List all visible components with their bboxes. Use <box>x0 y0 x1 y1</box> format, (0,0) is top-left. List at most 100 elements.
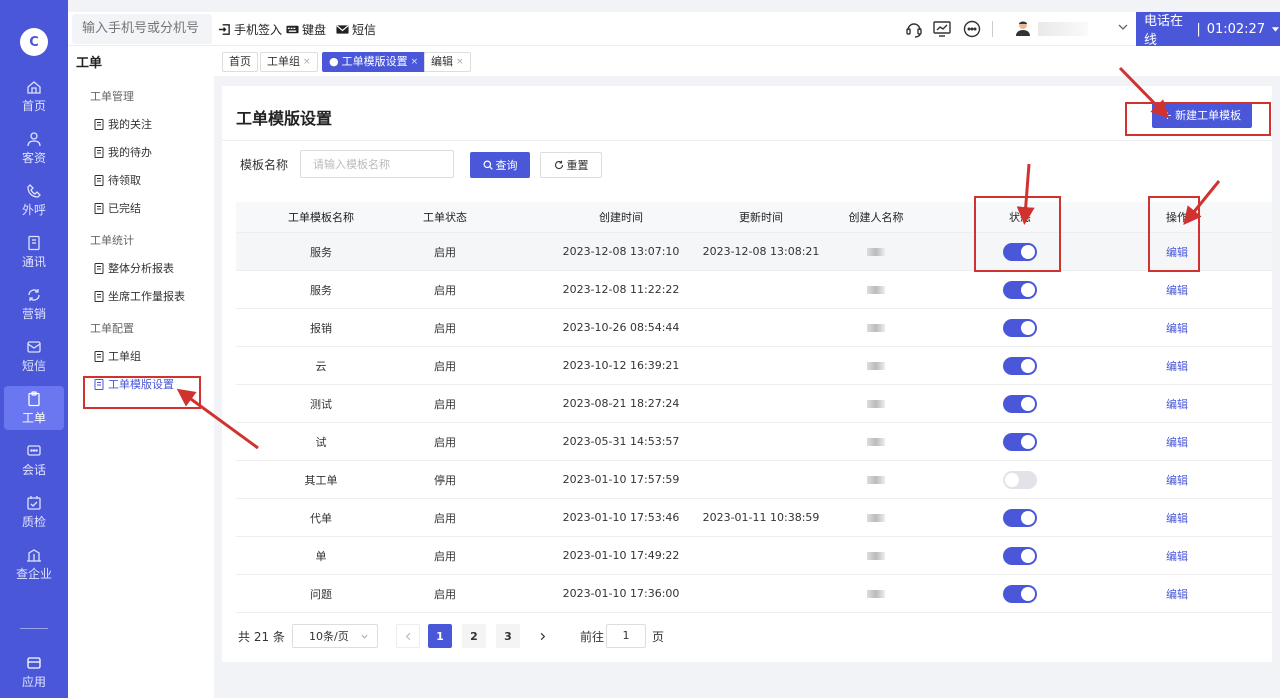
rail-item-customer[interactable]: 客资 <box>4 126 64 170</box>
close-icon[interactable]: × <box>456 53 464 71</box>
refresh-icon <box>554 160 563 170</box>
status-toggle-cell <box>962 423 1078 460</box>
tab-label: 首页 <box>229 55 251 68</box>
sidebar-item-label: 坐席工作量报表 <box>108 290 185 303</box>
checkin-button[interactable]: 手机签入 <box>218 12 282 46</box>
sidebar-item-label: 整体分析报表 <box>108 262 174 275</box>
status-toggle[interactable] <box>1003 584 1037 603</box>
edit-link[interactable]: 编辑 <box>1112 385 1242 422</box>
reset-button[interactable]: 重置 <box>540 152 602 178</box>
headset-icon[interactable] <box>904 19 924 39</box>
rail-item-label: 查企业 <box>15 566 52 581</box>
edit-link[interactable]: 编辑 <box>1112 461 1242 498</box>
toggle-knob <box>1021 396 1035 411</box>
edit-link[interactable]: 编辑 <box>1112 537 1242 574</box>
ticket-status: 启用 <box>434 397 456 411</box>
goto-page-input[interactable]: 1 <box>606 624 646 648</box>
edit-link[interactable]: 编辑 <box>1112 499 1242 536</box>
close-icon[interactable]: × <box>411 53 419 71</box>
rail-item-home[interactable]: 首页 <box>4 74 64 118</box>
rail-item-marketing[interactable]: 营销 <box>4 282 64 326</box>
sidebar-item[interactable]: 工单组 <box>94 348 141 364</box>
status-toggle-cell <box>962 347 1078 384</box>
rail-item-outbound-call[interactable]: 外呼 <box>4 178 64 222</box>
apps-icon <box>27 656 41 669</box>
status-toggle[interactable] <box>1003 546 1037 565</box>
sms-button[interactable]: 短信 <box>336 12 376 46</box>
chevron-down-icon[interactable] <box>1116 20 1130 34</box>
status-toggle[interactable] <box>1003 318 1037 337</box>
creator-name-redacted <box>796 347 956 384</box>
status-toggle[interactable] <box>1003 356 1037 375</box>
goto-suffix: 页 <box>652 630 665 644</box>
sidebar-group-label: 工单统计 <box>90 234 134 247</box>
sidebar-item[interactable]: 我的关注 <box>94 116 152 132</box>
query-button[interactable]: 查询 <box>470 152 530 178</box>
pagination: 共 21 条 10条/页 1 2 3 前往 1 页 <box>238 624 838 648</box>
sidebar-item[interactable]: 待领取 <box>94 172 141 188</box>
rail-item-quality-check[interactable]: 质检 <box>4 490 64 534</box>
table-row: 云启用 2023-10-12 16:39:21 编辑 <box>236 347 1272 385</box>
col-header-creator: 创建人名称 <box>848 211 904 224</box>
edit-link[interactable]: 编辑 <box>1112 271 1242 308</box>
status-toggle[interactable] <box>1003 280 1037 299</box>
message-icon[interactable] <box>962 19 982 39</box>
sidebar-item[interactable]: 整体分析报表 <box>94 260 174 276</box>
rail-item-label: 会话 <box>21 462 46 477</box>
tab-label: 工单组 <box>267 55 300 68</box>
next-page-button[interactable] <box>530 624 554 648</box>
page-button-3[interactable]: 3 <box>496 624 520 648</box>
table-row: 测试 启用 2023-08-21 18:27:24 编辑 <box>236 385 1272 423</box>
rail-item-ticket[interactable]: 工单 <box>4 386 64 430</box>
redacted-block <box>867 361 885 370</box>
rail-item-contacts[interactable]: 通讯 <box>4 230 64 274</box>
tab-item[interactable]: 首页 <box>222 52 258 72</box>
online-status-label: 电话在线 <box>1144 14 1184 48</box>
close-icon[interactable]: × <box>303 53 311 71</box>
sidebar-item[interactable]: 我的待办 <box>94 144 152 160</box>
edit-link[interactable]: 编辑 <box>1112 309 1242 346</box>
status-toggle[interactable] <box>1003 394 1037 413</box>
creator-name-redacted <box>796 309 956 346</box>
sidebar-item[interactable]: 已完结 <box>94 200 141 216</box>
tab-item[interactable]: 编辑 × <box>424 52 471 72</box>
outbound-call-icon <box>27 183 41 198</box>
page-button-2[interactable]: 2 <box>462 624 486 648</box>
edit-link[interactable]: 编辑 <box>1112 575 1242 612</box>
status-toggle[interactable] <box>1003 432 1037 451</box>
status-toggle[interactable] <box>1003 508 1037 527</box>
page-size-select[interactable]: 10条/页 <box>292 624 378 648</box>
status-toggle[interactable] <box>1003 470 1037 489</box>
status-toggle-cell <box>962 537 1078 574</box>
rail-item-company[interactable]: 查企业 <box>4 542 64 586</box>
chat-icon <box>27 444 41 456</box>
checkin-label: 手机签入 <box>234 22 283 37</box>
toggle-knob <box>1021 358 1035 373</box>
call-status-button[interactable]: 电话在线 | 01:02:27 <box>1136 12 1280 48</box>
rail-item-sms[interactable]: 短信 <box>4 334 64 378</box>
phone-number-input[interactable] <box>72 14 212 44</box>
keyboard-button[interactable]: 键盘 <box>286 12 326 46</box>
mail-icon <box>336 24 349 34</box>
rail-item-label: 通讯 <box>21 254 46 269</box>
redacted-block <box>867 589 885 598</box>
tab-item[interactable]: 工单组 × <box>260 52 318 72</box>
sidebar-item[interactable]: 坐席工作量报表 <box>94 288 185 304</box>
edit-link[interactable]: 编辑 <box>1112 423 1242 460</box>
monitor-chart-icon[interactable] <box>932 19 952 39</box>
redacted-block <box>867 399 885 408</box>
page-button-1[interactable]: 1 <box>428 624 452 648</box>
document-icon <box>94 262 104 274</box>
rail-item-chat[interactable]: 会话 <box>4 438 64 482</box>
document-icon <box>94 350 104 362</box>
tab-item[interactable]: ● 工单模版设置 × <box>322 52 426 72</box>
customer-icon <box>27 131 41 146</box>
avatar[interactable] <box>1014 19 1032 37</box>
app-logo-icon[interactable]: C <box>20 28 48 56</box>
prev-page-button[interactable] <box>396 624 420 648</box>
query-label: 查询 <box>495 159 518 172</box>
rail-item-apps[interactable]: 应用 <box>4 650 64 694</box>
redacted-block <box>867 285 885 294</box>
edit-link[interactable]: 编辑 <box>1112 347 1242 384</box>
template-name-input[interactable] <box>300 150 454 178</box>
